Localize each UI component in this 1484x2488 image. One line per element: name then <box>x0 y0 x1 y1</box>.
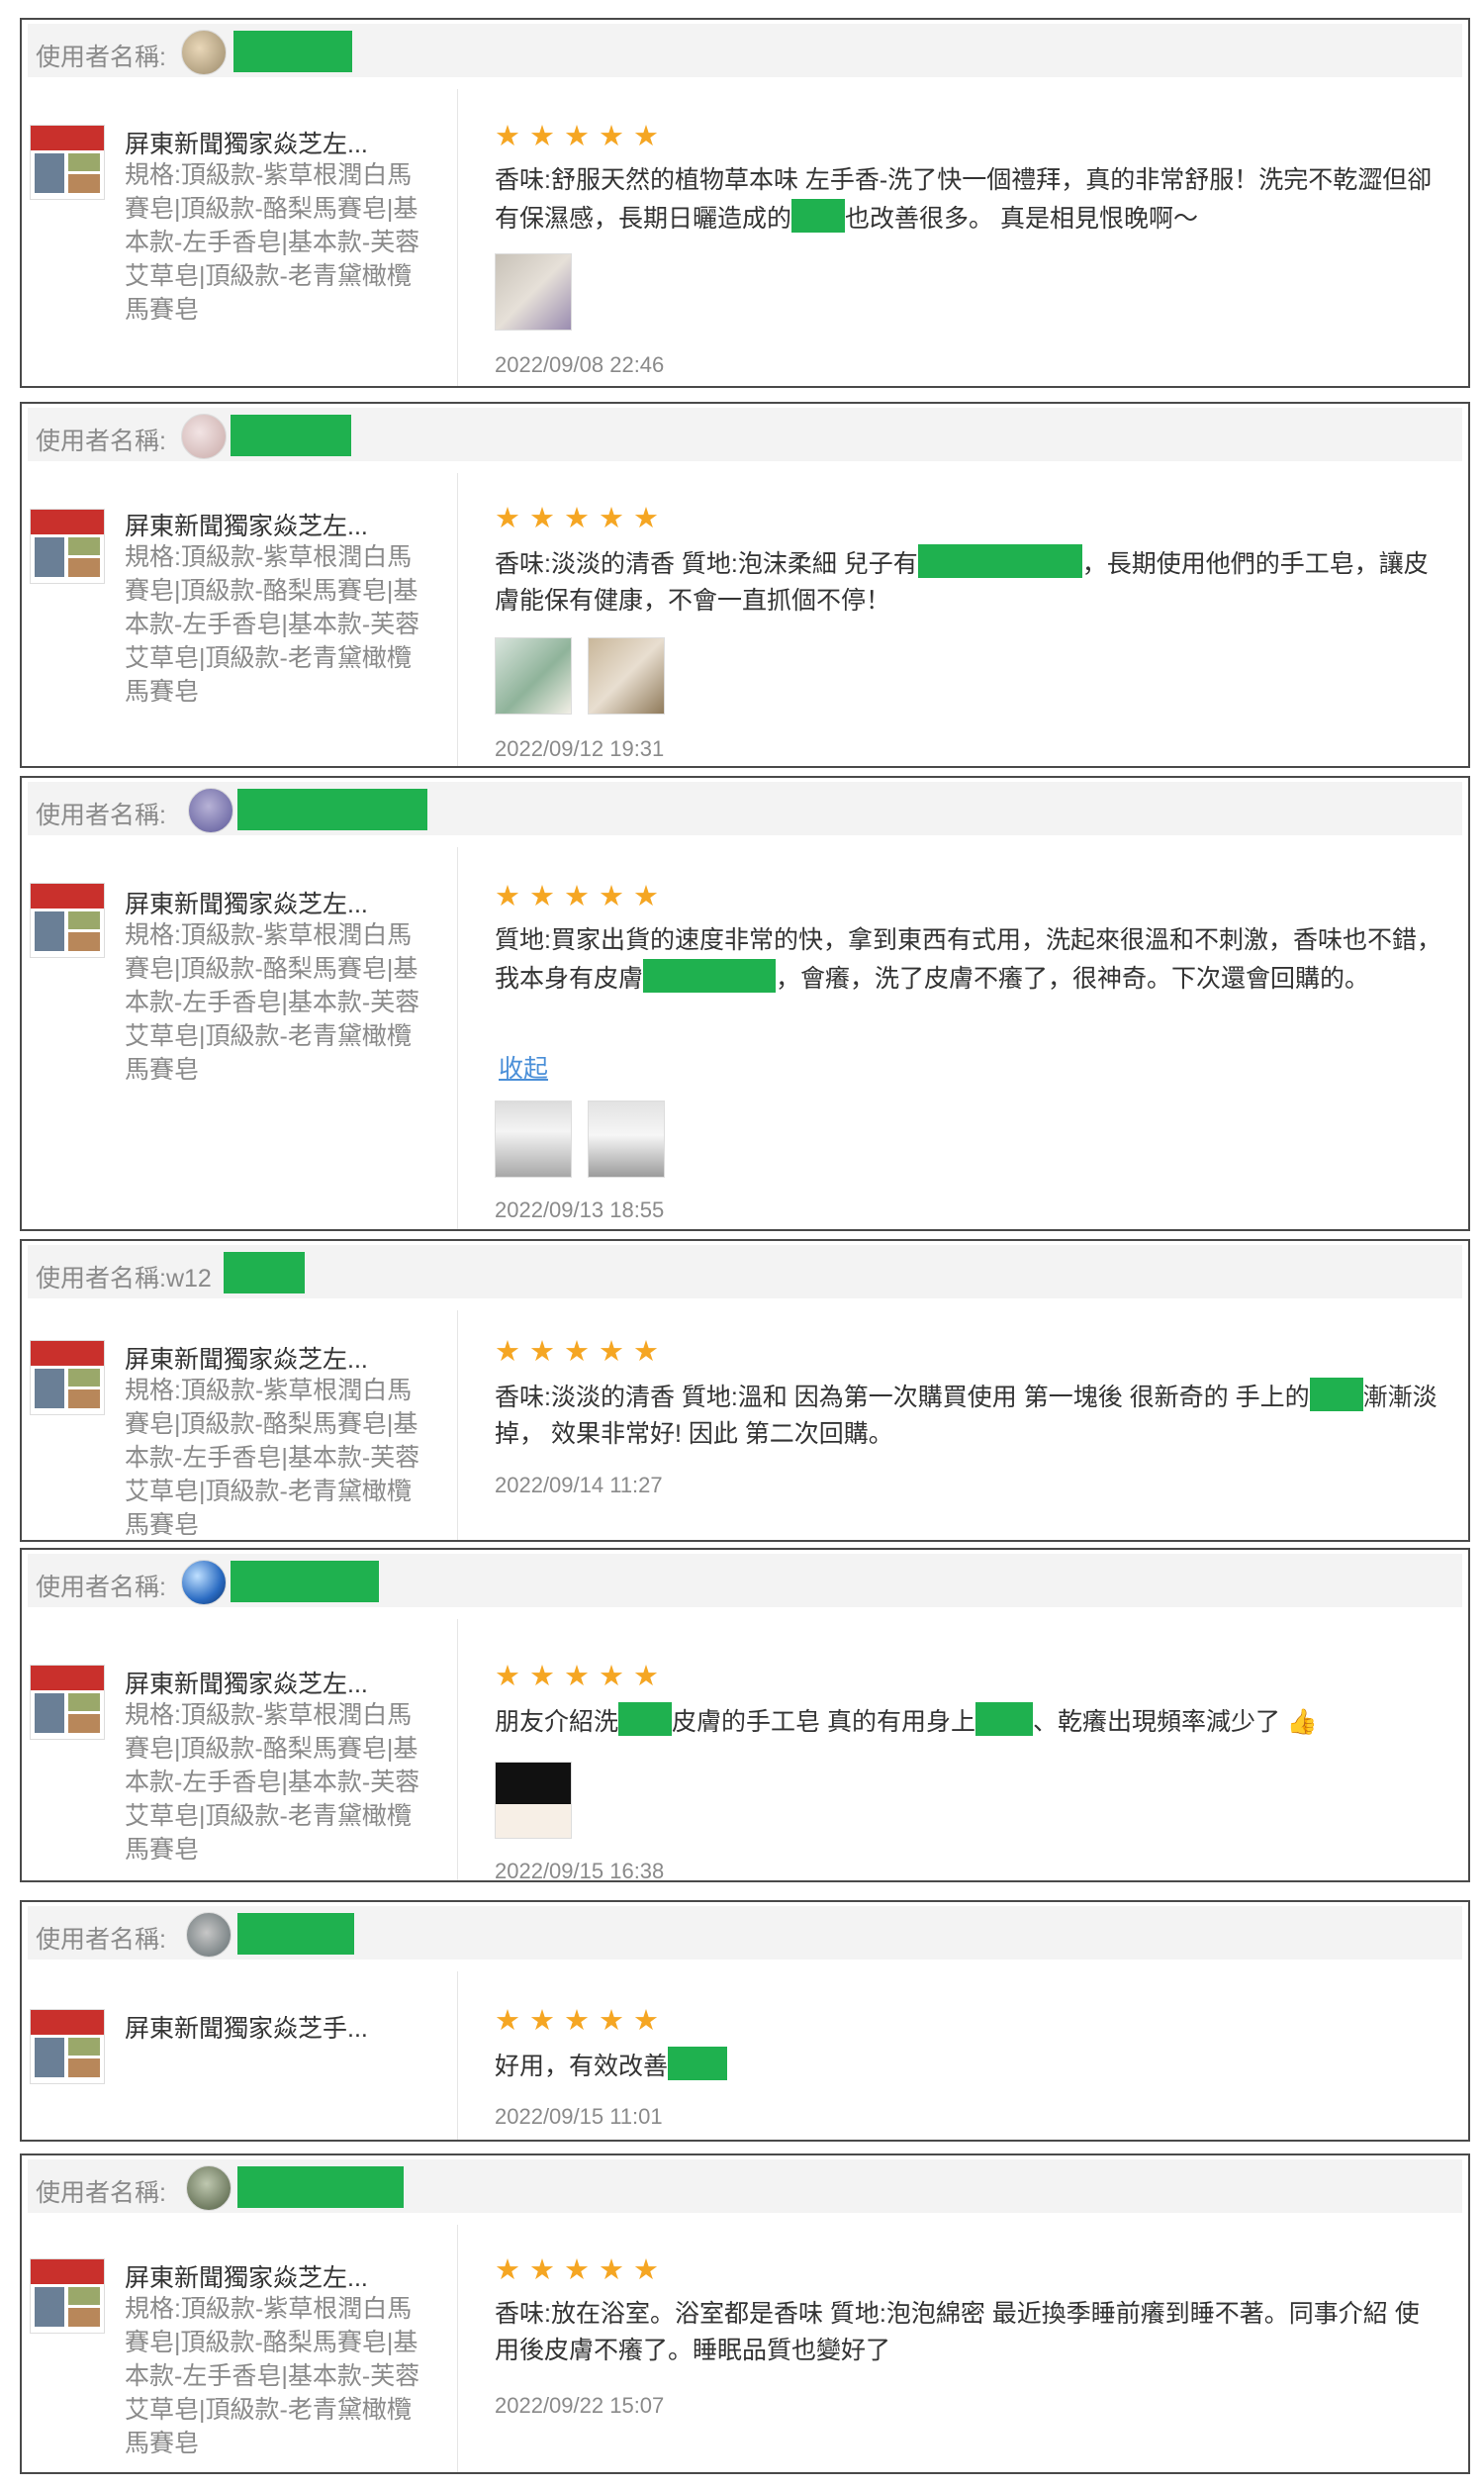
divider <box>457 1310 458 1540</box>
redacted-username <box>231 415 351 456</box>
avatar[interactable] <box>181 414 227 459</box>
redacted-username <box>237 2166 404 2208</box>
divider <box>457 1619 458 1880</box>
redacted-username <box>237 1913 354 1955</box>
product-thumbnail[interactable] <box>30 2009 105 2084</box>
review-photo[interactable] <box>495 253 572 331</box>
product-thumbnail[interactable] <box>30 2258 105 2334</box>
star-rating: ★★★★★ <box>495 121 668 152</box>
user-header: 使用者名稱: <box>28 782 1462 835</box>
username-label: 使用者名稱: <box>36 44 166 71</box>
redacted-text <box>974 1702 1033 1736</box>
product-spec: 規格:頂級款-紫草根潤白馬賽皂|頂級款-酪梨馬賽皂|基本款-左手香皂|基本款-芙… <box>125 543 420 706</box>
avatar[interactable] <box>181 30 227 75</box>
product-name[interactable]: 屏東新聞獨家焱芝左... <box>125 1340 368 1376</box>
review-date: 2022/09/15 11:01 <box>495 2104 663 2129</box>
user-header: 使用者名稱: <box>28 408 1462 461</box>
product-thumbnail[interactable] <box>30 1340 105 1415</box>
divider <box>457 847 458 1229</box>
review-text: 香味:舒服天然的植物草本味 左手香-洗了快一個禮拜，真的非常舒服！洗完不乾澀但卻… <box>495 166 1433 233</box>
product-spec: 規格:頂級款-紫草根潤白馬賽皂|頂級款-酪梨馬賽皂|基本款-左手香皂|基本款-芙… <box>125 161 420 324</box>
review-card: 使用者名稱: 屏東新聞獨家焱芝手... ★★★★★ 好用，有效改善 2022/0… <box>20 1900 1470 2142</box>
review-text: 質地:買家出貨的速度非常的快，拿到東西有式用，洗起來很溫和不刺激，香味也不錯，我… <box>495 926 1441 993</box>
username-label: 使用者名稱: <box>36 1926 166 1954</box>
review-text: 好用，有效改善 <box>495 2047 1442 2085</box>
review-photo[interactable] <box>588 1100 665 1178</box>
redacted-text <box>791 199 846 233</box>
user-header: 使用者名稱: <box>28 2159 1462 2213</box>
review-card: 使用者名稱: 屏東新聞獨家焱芝左... 規格:頂級款-紫草根潤白馬賽皂|頂級款-… <box>20 776 1470 1231</box>
review-photo[interactable] <box>495 1100 572 1178</box>
avatar[interactable] <box>186 1912 232 1958</box>
divider <box>457 2225 458 2472</box>
user-header: 使用者名稱: <box>28 24 1462 77</box>
star-rating: ★★★★★ <box>495 503 668 534</box>
review-card: 使用者名稱: 屏東新聞獨家焱芝左... 規格:頂級款-紫草根潤白馬賽皂|頂級款-… <box>20 1548 1470 1882</box>
review-date: 2022/09/14 11:27 <box>495 1473 663 1497</box>
product-name[interactable]: 屏東新聞獨家焱芝左... <box>125 125 368 160</box>
review-text: 香味:淡淡的清香 質地:泡沫柔細 兒子有 ，長期使用他們的手工皂，讓皮膚能保有健康… <box>495 544 1442 620</box>
review-date: 2022/09/12 19:31 <box>495 736 665 761</box>
redacted-username <box>224 1252 305 1293</box>
collapse-link[interactable]: 收起 <box>499 1049 548 1085</box>
redacted-username <box>233 31 352 72</box>
username-label: 使用者名稱:w12 <box>36 1265 212 1292</box>
star-rating: ★★★★★ <box>495 881 668 912</box>
product-spec: 規格:頂級款-紫草根潤白馬賽皂|頂級款-酪梨馬賽皂|基本款-左手香皂|基本款-芙… <box>125 2295 420 2457</box>
product-thumbnail[interactable] <box>30 509 105 584</box>
product-name[interactable]: 屏東新聞獨家焱芝手... <box>125 2009 368 2045</box>
avatar[interactable] <box>181 1560 227 1605</box>
user-header: 使用者名稱: <box>28 1906 1462 1960</box>
user-header: 使用者名稱: <box>28 1554 1462 1607</box>
product-thumbnail[interactable] <box>30 883 105 958</box>
review-card: 使用者名稱: 屏東新聞獨家焱芝左... 規格:頂級款-紫草根潤白馬賽皂|頂級款-… <box>20 2153 1470 2474</box>
review-photo[interactable] <box>588 637 665 715</box>
redacted-text <box>668 2047 728 2080</box>
divider <box>457 89 458 386</box>
product-name[interactable]: 屏東新聞獨家焱芝左... <box>125 1665 368 1700</box>
star-rating: ★★★★★ <box>495 1336 668 1368</box>
review-text: 香味:淡淡的清香 質地:溫和 因為第一次購買使用 第一塊後 很新奇的 手上的 漸漸… <box>495 1378 1442 1453</box>
product-spec: 規格:頂級款-紫草根潤白馬賽皂|頂級款-酪梨馬賽皂|基本款-左手香皂|基本款-芙… <box>125 1377 420 1539</box>
user-header: 使用者名稱:w12 <box>28 1245 1462 1298</box>
username-label: 使用者名稱: <box>36 1574 166 1601</box>
username-label: 使用者名稱: <box>36 2179 166 2207</box>
product-spec: 規格:頂級款-紫草根潤白馬賽皂|頂級款-酪梨馬賽皂|基本款-左手香皂|基本款-芙… <box>125 921 420 1084</box>
review-card: 使用者名稱:w12 屏東新聞獨家焱芝左... 規格:頂級款-紫草根潤白馬賽皂|頂… <box>20 1239 1470 1542</box>
product-name[interactable]: 屏東新聞獨家焱芝左... <box>125 885 368 920</box>
review-date: 2022/09/22 15:07 <box>495 2393 665 2418</box>
redacted-username <box>231 1561 379 1602</box>
username-label: 使用者名稱: <box>36 802 166 829</box>
review-date: 2022/09/13 18:55 <box>495 1197 665 1222</box>
divider <box>457 473 458 766</box>
redacted-text <box>1309 1378 1363 1411</box>
avatar[interactable] <box>186 2165 232 2211</box>
review-text: 朋友介紹洗 皮膚的手工皂 真的有用身上 、乾癢出現頻率減少了 👍 <box>495 1702 1442 1741</box>
redacted-username <box>237 789 427 830</box>
divider <box>457 1971 458 2140</box>
avatar[interactable] <box>188 788 233 833</box>
review-date: 2022/09/08 22:46 <box>495 352 665 377</box>
product-name[interactable]: 屏東新聞獨家焱芝左... <box>125 507 368 542</box>
redacted-text <box>917 544 1082 578</box>
star-rating: ★★★★★ <box>495 2254 668 2286</box>
product-spec: 規格:頂級款-紫草根潤白馬賽皂|頂級款-酪梨馬賽皂|基本款-左手香皂|基本款-芙… <box>125 1701 420 1864</box>
product-thumbnail[interactable] <box>30 1665 105 1740</box>
review-card: 使用者名稱: 屏東新聞獨家焱芝左... 規格:頂級款-紫草根潤白馬賽皂|頂級款-… <box>20 402 1470 768</box>
review-text: 香味:放在浴室。浴室都是香味 質地:泡泡綿密 最近換季睡前癢到睡不著。同事介紹 … <box>495 2300 1420 2364</box>
product-thumbnail[interactable] <box>30 125 105 200</box>
star-rating: ★★★★★ <box>495 1661 668 1692</box>
review-photo[interactable] <box>495 1762 572 1839</box>
username-label: 使用者名稱: <box>36 428 166 455</box>
review-date: 2022/09/15 16:38 <box>495 1859 665 1882</box>
product-name[interactable]: 屏東新聞獨家焱芝左... <box>125 2258 368 2294</box>
star-rating: ★★★★★ <box>495 2005 668 2037</box>
redacted-text <box>643 959 777 993</box>
review-card: 使用者名稱: 屏東新聞獨家焱芝左... 規格:頂級款-紫草根潤白馬賽皂|頂級款-… <box>20 18 1470 388</box>
review-photo[interactable] <box>495 637 572 715</box>
redacted-text <box>618 1702 673 1736</box>
